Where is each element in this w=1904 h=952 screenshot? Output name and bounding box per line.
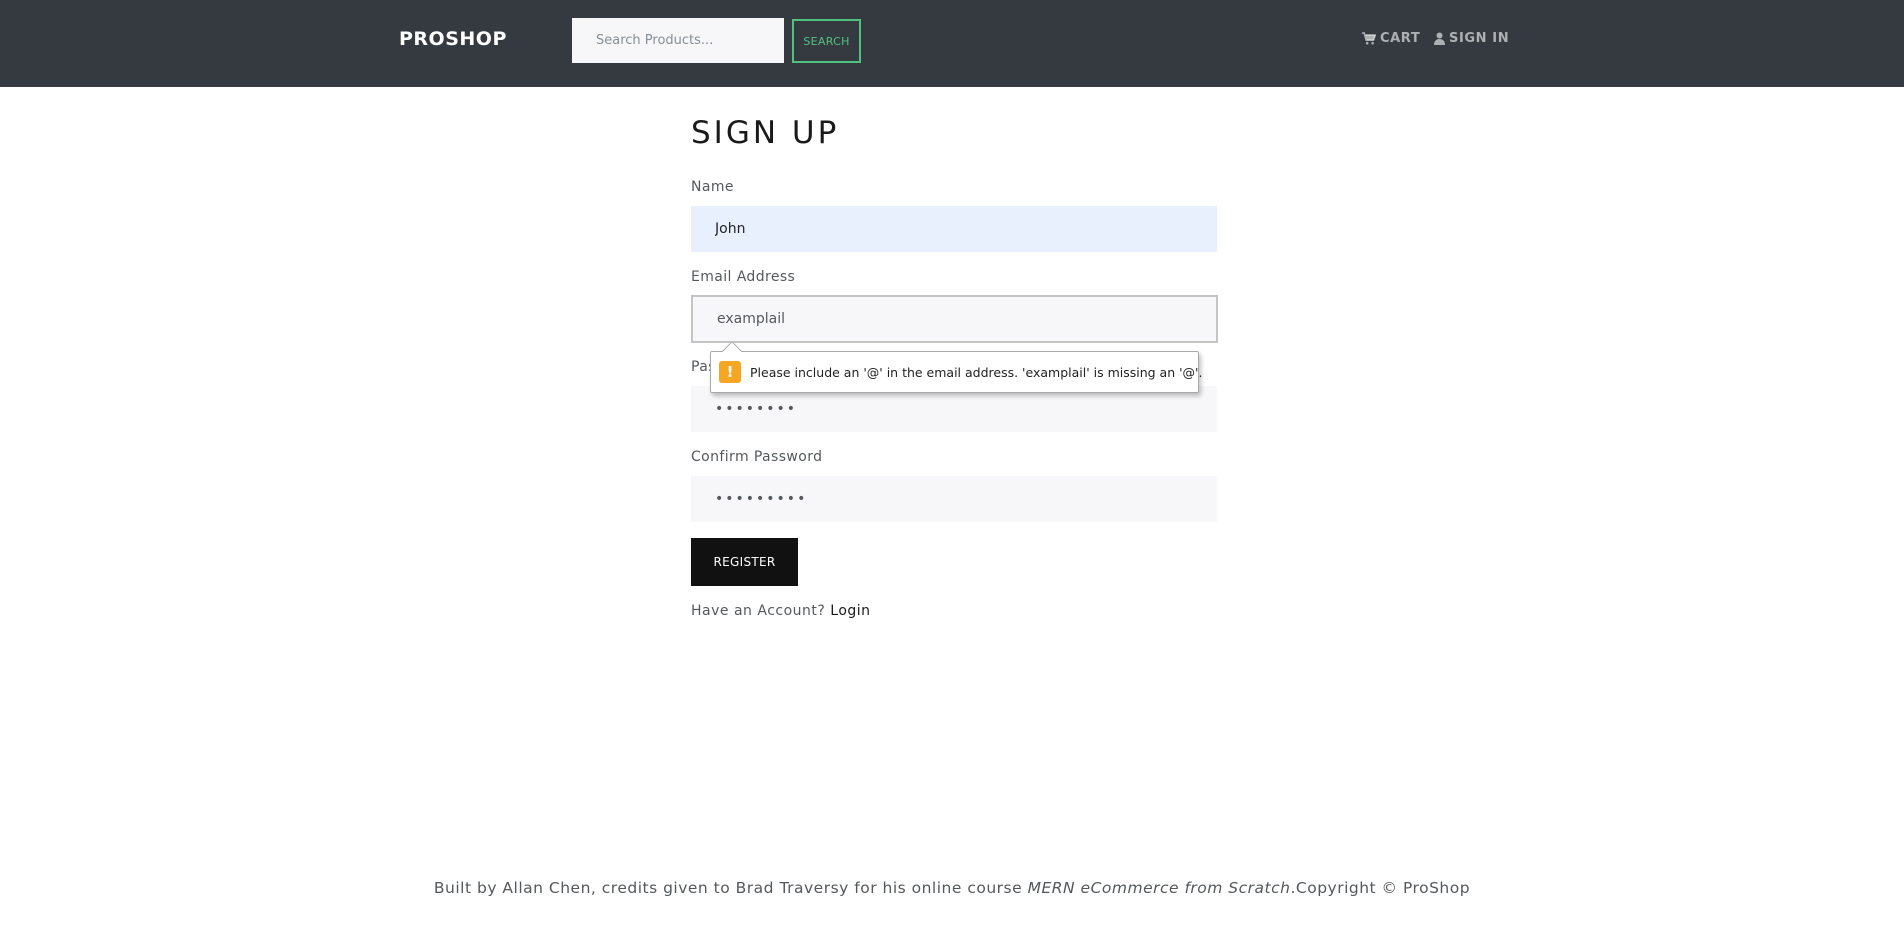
user-icon: [1434, 32, 1445, 45]
account-prompt-text: Have an Account?: [691, 603, 826, 619]
navbar: PROSHOP SEARCH CART SIGN IN: [0, 0, 1904, 87]
cart-link[interactable]: CART: [1362, 31, 1420, 46]
confirm-password-label: Confirm Password: [691, 449, 823, 465]
email-field[interactable]: [691, 295, 1218, 343]
cart-label: CART: [1380, 31, 1421, 46]
page-title: SIGN UP: [691, 115, 840, 151]
name-field[interactable]: [691, 206, 1217, 252]
brand-logo[interactable]: PROSHOP: [399, 28, 507, 50]
footer: Built by Allan Chen, credits given to Br…: [0, 879, 1904, 897]
name-label: Name: [691, 179, 734, 195]
account-prompt: Have an Account? Login: [691, 603, 871, 619]
search-button[interactable]: SEARCH: [792, 19, 861, 63]
cart-icon: [1362, 32, 1376, 45]
signin-label: SIGN IN: [1449, 31, 1510, 46]
confirm-password-field[interactable]: [691, 476, 1217, 522]
footer-credit: Built by Allan Chen, credits given to Br…: [433, 879, 1028, 897]
search-input[interactable]: [572, 18, 784, 63]
signin-link[interactable]: SIGN IN: [1434, 31, 1509, 46]
footer-course: MERN eCommerce from Scratch: [1027, 879, 1291, 897]
register-button[interactable]: REGISTER: [691, 538, 798, 586]
footer-copyright: .Copyright © ProShop: [1290, 879, 1471, 897]
tooltip-arrow: [722, 341, 742, 361]
warning-icon: !: [719, 361, 741, 383]
email-label: Email Address: [691, 269, 796, 285]
validation-message: Please include an '@' in the email addre…: [750, 364, 1203, 380]
validation-tooltip: ! Please include an '@' in the email add…: [710, 341, 1203, 393]
login-link[interactable]: Login: [830, 603, 870, 619]
